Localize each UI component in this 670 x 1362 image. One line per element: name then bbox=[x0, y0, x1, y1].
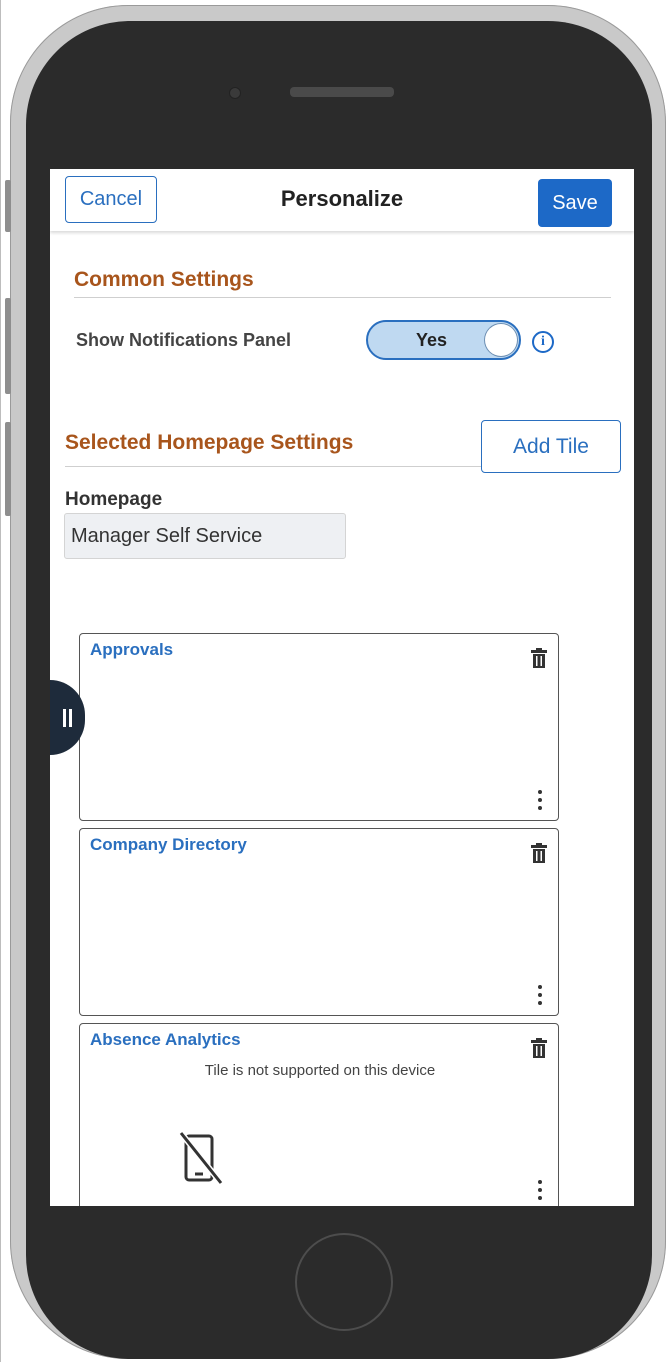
tile-company-directory[interactable]: Company Directory bbox=[79, 828, 559, 1016]
page-edge bbox=[0, 0, 1, 1362]
common-settings-divider bbox=[74, 297, 611, 298]
more-vertical-icon[interactable] bbox=[536, 788, 544, 812]
camera-icon bbox=[230, 88, 240, 98]
tile-title: Absence Analytics bbox=[90, 1030, 241, 1049]
phone-volume-down bbox=[5, 422, 11, 516]
no-mobile-device-icon bbox=[178, 1131, 224, 1185]
header-bar: Cancel Personalize Save bbox=[50, 169, 634, 231]
trash-icon[interactable] bbox=[530, 1038, 548, 1058]
phone-mute-switch bbox=[5, 180, 11, 232]
show-notifications-label: Show Notifications Panel bbox=[76, 330, 292, 350]
homepage-settings-heading: Selected Homepage Settings bbox=[65, 431, 354, 454]
homepage-label: Homepage bbox=[65, 489, 163, 510]
more-vertical-icon[interactable] bbox=[536, 1178, 544, 1202]
tile-title: Approvals bbox=[90, 640, 174, 659]
tile-unsupported-message: Tile is not supported on this device bbox=[204, 1062, 436, 1079]
save-button[interactable]: Save bbox=[538, 179, 612, 227]
show-notifications-toggle[interactable]: Yes bbox=[366, 320, 521, 360]
add-tile-button[interactable]: Add Tile bbox=[481, 420, 621, 473]
info-icon[interactable]: i bbox=[532, 331, 554, 353]
more-vertical-icon[interactable] bbox=[536, 983, 544, 1007]
common-settings-heading: Common Settings bbox=[74, 268, 254, 291]
drawer-handle-bar bbox=[69, 709, 72, 727]
tile-title: Company Directory bbox=[90, 835, 247, 854]
homepage-settings-divider bbox=[65, 466, 481, 467]
tile-approvals[interactable]: Approvals bbox=[79, 633, 559, 821]
speaker-grille bbox=[290, 87, 394, 97]
app-screen: Cancel Personalize Save Common Settings … bbox=[50, 169, 634, 1206]
toggle-value-text: Yes bbox=[416, 330, 448, 350]
drawer-handle-bar bbox=[63, 709, 66, 727]
homepage-field: Manager Self Service bbox=[64, 513, 346, 559]
toggle-knob bbox=[485, 324, 517, 356]
home-button[interactable] bbox=[295, 1233, 393, 1331]
phone-volume-up bbox=[5, 298, 11, 394]
tile-absence-analytics[interactable]: Absence Analytics Tile is not supported … bbox=[79, 1023, 559, 1206]
trash-icon[interactable] bbox=[530, 648, 548, 668]
trash-icon[interactable] bbox=[530, 843, 548, 863]
